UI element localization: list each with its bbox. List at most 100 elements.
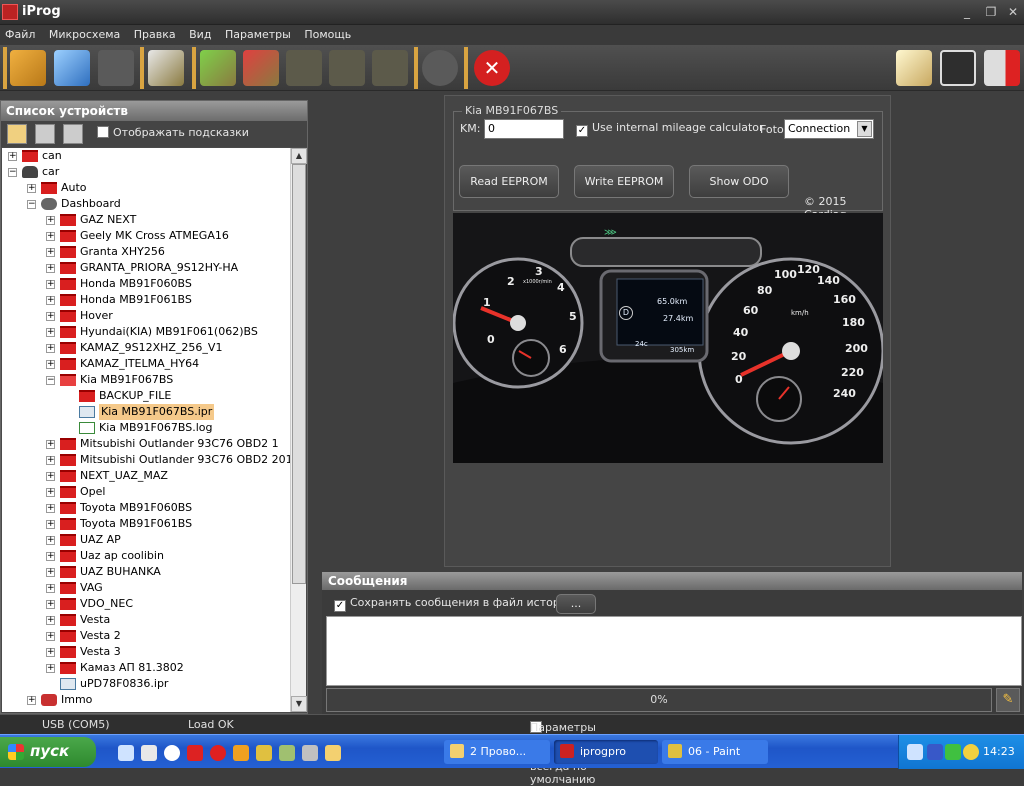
tree-item[interactable]: + Granta XHY256	[2, 244, 290, 260]
opera-icon[interactable]	[210, 745, 226, 761]
battery-tray-icon[interactable]	[927, 744, 943, 760]
expand-icon[interactable]: +	[46, 664, 55, 673]
tree-item[interactable]: BACKUP_FILE	[2, 388, 290, 404]
expand-icon[interactable]: +	[46, 440, 55, 449]
expand-icon[interactable]: +	[46, 488, 55, 497]
tree-item[interactable]: + Камаз АП 81.3802	[2, 660, 290, 676]
chip-icon[interactable]	[148, 50, 184, 86]
expand-icon[interactable]: +	[46, 280, 55, 289]
expand-icon[interactable]: +	[46, 456, 55, 465]
tree-item[interactable]: + Opel	[2, 484, 290, 500]
mileage-calculator-checkbox[interactable]: ✓ Use internal mileage calculator	[576, 121, 764, 137]
show-hints-checkbox[interactable]: Отображать подсказки	[97, 126, 249, 139]
collapse-icon[interactable]: −	[46, 376, 55, 385]
expand-icon[interactable]: +	[46, 648, 55, 657]
scroll-up-arrow[interactable]: ▲	[291, 148, 307, 164]
expand-icon[interactable]: +	[46, 232, 55, 241]
search-chip-icon[interactable]	[329, 50, 365, 86]
save-history-checkbox[interactable]: ✓ Сохранять сообщения в файл истории	[334, 596, 574, 612]
open-folder-icon[interactable]	[10, 50, 46, 86]
expand-icon[interactable]: +	[46, 344, 55, 353]
tree-item[interactable]: + GRANTA_PRIORA_9S12HY-HA	[2, 260, 290, 276]
tree-item[interactable]: + Vesta	[2, 612, 290, 628]
scroll-down-arrow[interactable]: ▼	[291, 696, 307, 712]
task-iprog[interactable]: iprogpro	[554, 740, 658, 764]
quicklaunch-app-icon[interactable]	[187, 745, 203, 761]
tree-item[interactable]: + can	[2, 148, 290, 164]
expand-icon[interactable]: +	[27, 184, 36, 193]
help-icon[interactable]	[422, 50, 458, 86]
tree-item[interactable]: + Toyota MB91F060BS	[2, 500, 290, 516]
menu-file[interactable]: Файл	[0, 25, 40, 41]
tree-item[interactable]: + Uaz ap coolibin	[2, 548, 290, 564]
tree-item[interactable]: + Geely MK Cross ATMEGA16	[2, 228, 290, 244]
save-history-box[interactable]: ✓	[334, 600, 346, 612]
expand-icon[interactable]: +	[46, 216, 55, 225]
quicklaunch-drive-icon[interactable]	[302, 745, 318, 761]
tree-item[interactable]: Kia MB91F067BS.ipr	[2, 404, 290, 420]
browse-history-button[interactable]: ...	[556, 594, 596, 614]
expand-icon[interactable]: +	[8, 152, 17, 161]
expand-icon[interactable]: +	[46, 536, 55, 545]
tree-item[interactable]: + Hover	[2, 308, 290, 324]
tree-scrollbar[interactable]: ▲ ▼	[290, 148, 307, 712]
tree-item[interactable]: + Vesta 2	[2, 628, 290, 644]
task-explorer[interactable]: 2 Прово...	[444, 740, 550, 764]
mileage-checkbox-box[interactable]: ✓	[576, 125, 588, 137]
menu-params[interactable]: Параметры	[220, 25, 296, 41]
expand-icon[interactable]: +	[46, 584, 55, 593]
expand-icon[interactable]: +	[46, 552, 55, 561]
tree-item[interactable]: + Immo	[2, 692, 290, 708]
expand-icon[interactable]: +	[46, 568, 55, 577]
menu-help[interactable]: Помощь	[299, 25, 356, 41]
tree-item[interactable]: + UAZ BUHANKA	[2, 564, 290, 580]
tree-item[interactable]: + Mitsubishi Outlander 93C76 OBD2 2018	[2, 452, 290, 468]
minimize-button[interactable]: _	[958, 4, 976, 20]
collapse-icon[interactable]: −	[8, 168, 17, 177]
menu-view[interactable]: Вид	[184, 25, 216, 41]
expand-icon[interactable]: +	[46, 632, 55, 641]
quicklaunch-bmw-icon[interactable]	[164, 745, 180, 761]
tree-item[interactable]: + KAMAZ_ITELMA_HY64	[2, 356, 290, 372]
foto-select[interactable]: Connection ▼	[784, 119, 874, 139]
write-eeprom-button[interactable]: Write EEPROM	[574, 165, 674, 198]
show-hints-box[interactable]	[97, 126, 109, 138]
exit-icon[interactable]	[984, 50, 1020, 86]
tree-item[interactable]: + Toyota MB91F061BS	[2, 516, 290, 532]
tree-item[interactable]: − Kia MB91F067BS	[2, 372, 290, 388]
tree-item[interactable]: + KAMAZ_9S12XHZ_256_V1	[2, 340, 290, 356]
quicklaunch-network-icon[interactable]	[118, 745, 134, 761]
quicklaunch-paint-icon[interactable]	[233, 745, 249, 761]
disabled-tool-icon[interactable]	[98, 50, 134, 86]
speaker-tray-icon[interactable]	[963, 744, 979, 760]
show-odo-button[interactable]: Show ODO	[689, 165, 789, 198]
expand-icon[interactable]: +	[46, 328, 55, 337]
read-chip-icon[interactable]	[200, 50, 236, 86]
expand-icon[interactable]: +	[46, 520, 55, 529]
erase-chip-icon[interactable]	[372, 50, 408, 86]
list-view-icon[interactable]	[35, 124, 55, 144]
tree-item[interactable]: + UAZ AP	[2, 532, 290, 548]
notepad-icon[interactable]	[896, 50, 932, 86]
expand-icon[interactable]: +	[46, 296, 55, 305]
tree-item[interactable]: + Auto	[2, 180, 290, 196]
expand-icon[interactable]: +	[46, 616, 55, 625]
read-eeprom-button[interactable]: Read EEPROM	[459, 165, 559, 198]
write-chip-icon[interactable]	[243, 50, 279, 86]
tree-item[interactable]: + Honda MB91F060BS	[2, 276, 290, 292]
clear-broom-icon[interactable]: ✎	[996, 688, 1020, 712]
expand-icon[interactable]: +	[46, 600, 55, 609]
tree-item[interactable]: + VAG	[2, 580, 290, 596]
close-window-button[interactable]: ✕	[1004, 4, 1022, 20]
task-paint[interactable]: 06 - Paint	[662, 740, 768, 764]
expand-icon[interactable]: +	[46, 472, 55, 481]
tree-item[interactable]: − Dashboard	[2, 196, 290, 212]
tree-item[interactable]: − car	[2, 164, 290, 180]
verify-chip-icon[interactable]	[286, 50, 322, 86]
tree-item[interactable]: + Hyundai(KIA) MB91F061(062)BS	[2, 324, 290, 340]
quicklaunch-disk-icon[interactable]	[141, 745, 157, 761]
stop-icon[interactable]: ✕	[474, 50, 510, 86]
network-tray-icon[interactable]	[907, 744, 923, 760]
tree-item[interactable]: Kia MB91F067BS.log	[2, 420, 290, 436]
km-input[interactable]: 0	[484, 119, 564, 139]
